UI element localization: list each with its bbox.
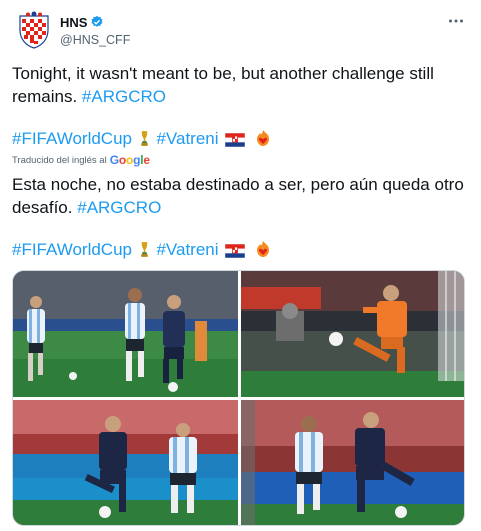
fire-heart-icon [254,240,272,264]
fire-heart-icon [254,129,272,153]
hashtag-line: #FIFAWorldCup #Vatreni [12,127,472,153]
hashtag-link[interactable]: #ARGCRO [82,87,166,106]
trophy-icon [139,241,150,264]
tweet-body-text: Tonight, it wasn't meant to be, but anot… [12,64,434,106]
photo-argentina-goalkeeper[interactable] [241,271,464,397]
tweet-header: HNS @HNS_CFF [12,8,469,50]
croatia-crest-icon[interactable] [16,10,52,50]
media-grid [12,270,465,526]
trophy-icon [139,130,150,153]
photo-croatia-player-challenge[interactable] [241,400,464,525]
tweet-text-original: Tonight, it wasn't meant to be, but anot… [12,62,472,108]
google-logo[interactable]: Google [110,153,150,167]
tweet-card: HNS @HNS_CFF Tonight, it wasn't meant to… [0,0,481,531]
translation-attribution: Traducido del inglés al Google [12,152,150,168]
hashtag-link[interactable]: #FIFAWorldCup [12,129,132,148]
hashtag-link[interactable]: #ARGCRO [77,198,161,217]
verified-badge-icon [90,15,104,29]
user-info: HNS @HNS_CFF [60,14,130,48]
hashtag-link[interactable]: #FIFAWorldCup [12,240,132,259]
handle[interactable]: @HNS_CFF [60,33,130,47]
hashtag-link[interactable]: #Vatreni [156,240,218,259]
photo-argentina-vs-croatia[interactable] [13,271,238,397]
hashtag-link[interactable]: #Vatreni [156,129,218,148]
translated-label: Traducido del inglés al [12,154,107,166]
translated-hashtag-line: #FIFAWorldCup #Vatreni [12,238,472,264]
display-name[interactable]: HNS [60,15,87,30]
photo-croatia-player-dribbling[interactable] [13,400,238,525]
more-options-icon[interactable] [447,12,465,30]
croatia-flag-icon [224,241,246,264]
croatia-flag-icon [224,130,246,153]
tweet-text-translated: Esta noche, no estaba destinado a ser, p… [12,173,472,219]
